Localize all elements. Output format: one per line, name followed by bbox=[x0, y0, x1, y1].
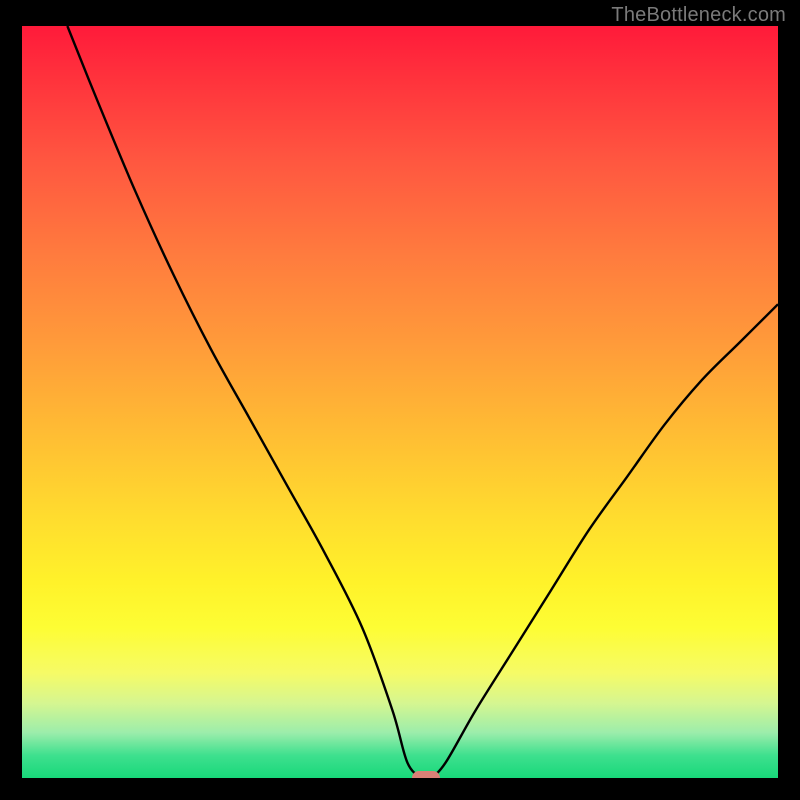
plot-area bbox=[22, 26, 778, 778]
chart-frame: TheBottleneck.com bbox=[0, 0, 800, 800]
bottleneck-curve bbox=[22, 26, 778, 778]
curve-path bbox=[67, 26, 778, 778]
optimum-marker bbox=[412, 771, 440, 778]
watermark-text: TheBottleneck.com bbox=[611, 4, 786, 27]
